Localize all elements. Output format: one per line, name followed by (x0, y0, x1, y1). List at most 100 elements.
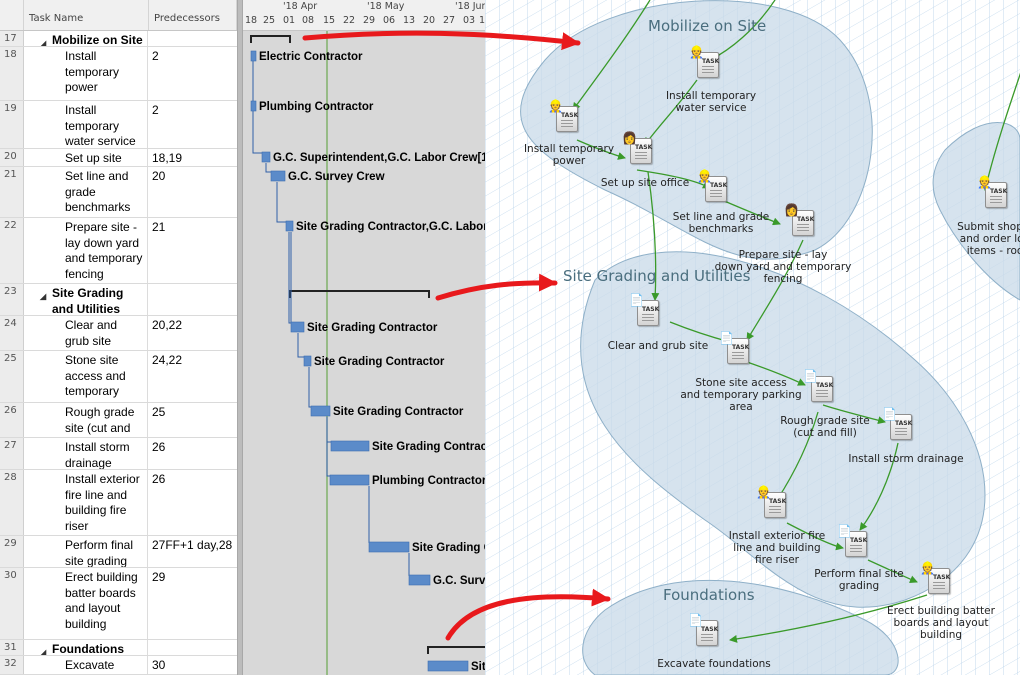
task-node-label: Clear and grub site (607, 340, 709, 352)
task-name-cell[interactable]: Prepare site - lay down yard and tempora… (24, 218, 148, 283)
predecessors-cell[interactable]: 27FF+1 day,28 (149, 536, 237, 567)
predecessors-cell[interactable]: 2 (149, 101, 237, 148)
row-number[interactable]: 28 (0, 470, 24, 535)
task-name-text: Prepare site - lay down yard and tempora… (65, 220, 143, 281)
task-bar (303, 355, 312, 367)
summary-task-row[interactable]: 23 ◢ Site Grading and Utilities (0, 284, 237, 316)
task-row[interactable]: 27 Install storm drainage 26 (0, 438, 237, 470)
task-icon-line (990, 196, 1002, 197)
task-icon-text: TASK (732, 344, 750, 351)
task-icon-line (990, 202, 1002, 203)
task-row[interactable]: 22 Prepare site - lay down yard and tempo… (0, 218, 237, 284)
task-name-cell[interactable]: ◢ Site Grading and Utilities (24, 284, 148, 315)
task-name-cell[interactable]: Set up site offic (24, 149, 148, 166)
task-icon-line (933, 588, 945, 589)
task-node-label: Set up site office (600, 177, 690, 189)
task-name-cell[interactable]: Stone site access and temporary (24, 351, 148, 402)
task-icon-line (561, 126, 573, 127)
predecessors-cell[interactable] (149, 31, 237, 46)
task-name-cell[interactable]: Clear and grub site (24, 316, 148, 350)
task-row[interactable]: 25 Stone site access and temporary 24,22 (0, 351, 237, 403)
row-number[interactable]: 20 (0, 149, 24, 166)
predecessors-cell[interactable]: 24,22 (149, 351, 237, 402)
task-node-label: Erect building batter boards and layout … (887, 605, 995, 641)
task-row[interactable]: 20 Set up site offic 18,19 (0, 149, 237, 167)
task-node-label: Set line and grade benchmarks (672, 211, 770, 235)
task-icon-line (816, 393, 828, 394)
task-name-cell[interactable]: ◢ Foundations (24, 640, 148, 655)
predecessors-header[interactable]: Predecessors (149, 0, 237, 30)
row-number[interactable]: 21 (0, 167, 24, 217)
row-number[interactable]: 25 (0, 351, 24, 402)
task-name-cell[interactable]: Perform final site grading (24, 536, 148, 567)
task-icon-line (732, 355, 744, 356)
predecessors-cell[interactable]: 2 (149, 47, 237, 100)
summary-task-row[interactable]: 17 ◢ Mobilize on Site (0, 31, 237, 47)
predecessors-cell[interactable] (149, 640, 237, 655)
row-number[interactable]: 26 (0, 403, 24, 437)
task-row[interactable]: 30 Erect building batter boards and layou… (0, 568, 237, 640)
summary-task-row[interactable]: 31 ◢ Foundations (0, 640, 237, 656)
row-number[interactable]: 23 (0, 284, 24, 315)
resource-person-icon: 📄 (719, 331, 734, 345)
task-bar (270, 170, 286, 182)
task-icon-line (895, 434, 907, 435)
task-icon-text: TASK (895, 420, 913, 427)
dependency-link (308, 367, 311, 408)
task-name-cell[interactable]: Set line and grade benchmarks (24, 167, 148, 217)
task-name-cell[interactable]: Excavate (24, 656, 148, 674)
collapse-triangle-icon[interactable]: ◢ (40, 36, 46, 46)
predecessors-cell[interactable]: 21 (149, 218, 237, 283)
collapse-triangle-icon[interactable]: ◢ (40, 645, 46, 655)
task-row[interactable]: 18 Install temporary power 2 (0, 47, 237, 101)
group-title[interactable]: Foundations (663, 586, 755, 604)
task-row[interactable]: 26 Rough grade site (cut and 25 (0, 403, 237, 438)
predecessors-cell[interactable]: 18,19 (149, 149, 237, 166)
predecessors-cell[interactable] (149, 284, 237, 315)
task-name-cell[interactable]: Install temporary water service (24, 101, 148, 148)
row-number[interactable]: 22 (0, 218, 24, 283)
task-name-cell[interactable]: Install exterior fire line and building … (24, 470, 148, 535)
task-icon-line (797, 230, 809, 231)
task-name-text: Foundations (52, 642, 124, 655)
predecessors-cell[interactable]: 25 (149, 403, 237, 437)
task-row[interactable]: 24 Clear and grub site 20,22 (0, 316, 237, 351)
row-number-header[interactable] (0, 0, 24, 30)
task-row[interactable]: 21 Set line and grade benchmarks 20 (0, 167, 237, 218)
task-icon-line (769, 506, 781, 507)
resource-label: G.C. Survey Crew (288, 171, 385, 183)
row-number[interactable]: 24 (0, 316, 24, 350)
row-number[interactable]: 31 (0, 640, 24, 655)
task-icon-line (895, 428, 907, 429)
row-number[interactable]: 30 (0, 568, 24, 639)
predecessors-cell[interactable]: 26 (149, 438, 237, 469)
task-row[interactable]: 19 Install temporary water service 2 (0, 101, 237, 149)
task-row[interactable]: 28 Install exterior fire line and buildin… (0, 470, 237, 536)
task-name-cell[interactable]: Erect building batter boards and layout … (24, 568, 148, 639)
task-row[interactable]: 32 Excavate 30 (0, 656, 237, 675)
task-name-header[interactable]: Task Name (24, 0, 149, 30)
predecessors-cell[interactable]: 26 (149, 470, 237, 535)
collapse-triangle-icon[interactable]: ◢ (40, 289, 46, 305)
task-name-cell[interactable]: ◢ Mobilize on Site (24, 31, 148, 46)
row-number[interactable]: 27 (0, 438, 24, 469)
predecessors-cell[interactable]: 20 (149, 167, 237, 217)
predecessors-cell[interactable]: 20,22 (149, 316, 237, 350)
task-name-cell[interactable]: Install storm drainage (24, 438, 148, 469)
task-name-text: Clear and grub site (65, 318, 118, 348)
task-name-cell[interactable]: Rough grade site (cut and (24, 403, 148, 437)
predecessors-cell[interactable]: 29 (149, 568, 237, 639)
resource-person-icon: 👷 (756, 485, 771, 499)
row-number[interactable]: 17 (0, 31, 24, 46)
predecessors-cell[interactable]: 30 (149, 656, 237, 674)
task-name-cell[interactable]: Install temporary power (24, 47, 148, 100)
task-icon-line (710, 196, 722, 197)
task-icon-line (850, 551, 862, 552)
task-name-text: Install storm drainage (65, 440, 130, 469)
row-number[interactable]: 32 (0, 656, 24, 674)
group-title[interactable]: Mobilize on Site (648, 17, 766, 35)
row-number[interactable]: 18 (0, 47, 24, 100)
row-number[interactable]: 19 (0, 101, 24, 148)
row-number[interactable]: 29 (0, 536, 24, 567)
task-row[interactable]: 29 Perform final site grading 27FF+1 day,2… (0, 536, 237, 568)
